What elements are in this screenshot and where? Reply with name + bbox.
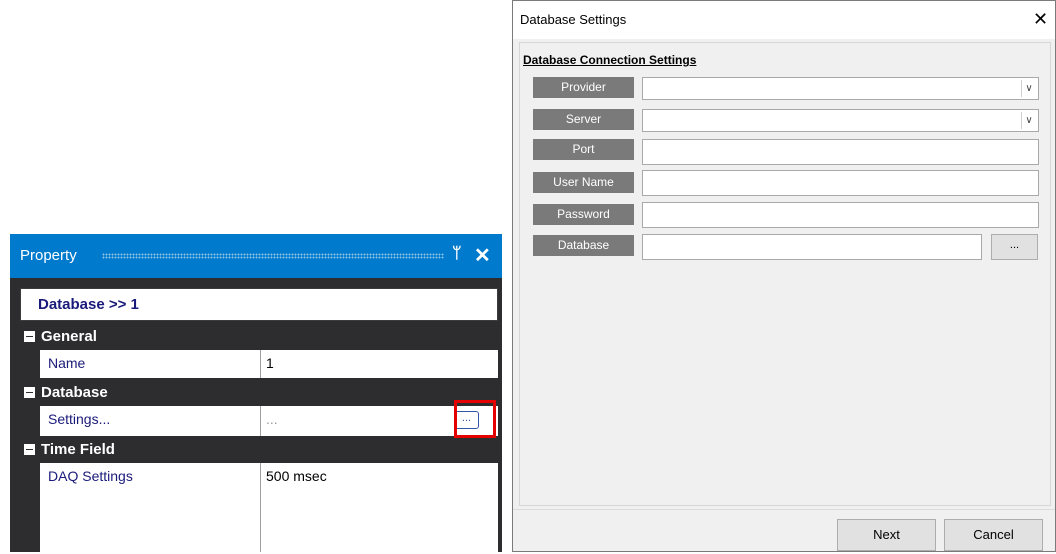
provider-combobox[interactable]: ∨ bbox=[642, 77, 1039, 100]
password-input[interactable] bbox=[642, 202, 1039, 228]
port-input[interactable] bbox=[642, 139, 1039, 165]
database-input[interactable] bbox=[642, 234, 982, 260]
server-combobox[interactable]: ∨ bbox=[642, 109, 1039, 132]
database-settings-dialog: Database Settings ✕ Database Connection … bbox=[512, 0, 1056, 552]
provider-label: Provider bbox=[533, 77, 634, 98]
property-title-bar[interactable]: Property ᛘ ✕ bbox=[10, 234, 502, 278]
server-label: Server bbox=[533, 109, 634, 130]
property-panel: Property ᛘ ✕ Database >> 1 General Name … bbox=[10, 234, 502, 552]
cancel-button[interactable]: Cancel bbox=[944, 519, 1043, 551]
close-icon[interactable]: ✕ bbox=[474, 243, 491, 268]
chevron-down-icon[interactable]: ∨ bbox=[1021, 80, 1036, 97]
property-value: ... bbox=[266, 411, 278, 427]
property-key: Settings... bbox=[48, 411, 111, 427]
property-value: 500 msec bbox=[266, 468, 327, 484]
property-key: Name bbox=[48, 355, 86, 371]
highlight-box bbox=[454, 400, 496, 438]
property-value-cell[interactable]: 500 msec bbox=[260, 463, 499, 552]
user-name-label: User Name bbox=[533, 172, 634, 193]
chevron-down-icon[interactable]: ∨ bbox=[1021, 112, 1036, 129]
password-label: Password bbox=[533, 204, 634, 225]
property-key: DAQ Settings bbox=[48, 468, 133, 484]
property-value-cell[interactable]: 1 bbox=[260, 350, 499, 378]
next-button[interactable]: Next bbox=[837, 519, 936, 551]
category-label: General bbox=[41, 328, 97, 345]
property-row-settings[interactable]: Settings... ... bbox=[40, 406, 498, 436]
collapse-icon[interactable] bbox=[24, 331, 35, 342]
object-header-text: Database >> 1 bbox=[38, 296, 139, 313]
category-general[interactable]: General bbox=[20, 326, 498, 348]
category-label: Database bbox=[41, 384, 108, 401]
object-header: Database >> 1 bbox=[20, 288, 498, 321]
port-label: Port bbox=[533, 139, 634, 160]
pin-icon[interactable]: ᛘ bbox=[452, 245, 462, 263]
database-label: Database bbox=[533, 235, 634, 256]
property-value: 1 bbox=[266, 355, 274, 371]
category-label: Time Field bbox=[41, 441, 115, 458]
group-title: Database Connection Settings bbox=[523, 53, 697, 67]
property-row-name[interactable]: Name 1 bbox=[40, 350, 498, 378]
property-row-daq-settings[interactable]: DAQ Settings 500 msec bbox=[40, 463, 498, 552]
dialog-title-bar[interactable]: Database Settings ✕ bbox=[513, 1, 1055, 39]
dialog-title: Database Settings bbox=[520, 12, 627, 27]
user-name-input[interactable] bbox=[642, 170, 1039, 196]
category-database[interactable]: Database bbox=[20, 382, 498, 404]
collapse-icon[interactable] bbox=[24, 387, 35, 398]
collapse-icon[interactable] bbox=[24, 444, 35, 455]
drag-grip[interactable] bbox=[102, 253, 444, 259]
browse-button[interactable]: ... bbox=[991, 234, 1038, 260]
property-title: Property bbox=[20, 247, 77, 264]
close-icon[interactable]: ✕ bbox=[1033, 9, 1048, 30]
category-time-field[interactable]: Time Field bbox=[20, 439, 498, 461]
